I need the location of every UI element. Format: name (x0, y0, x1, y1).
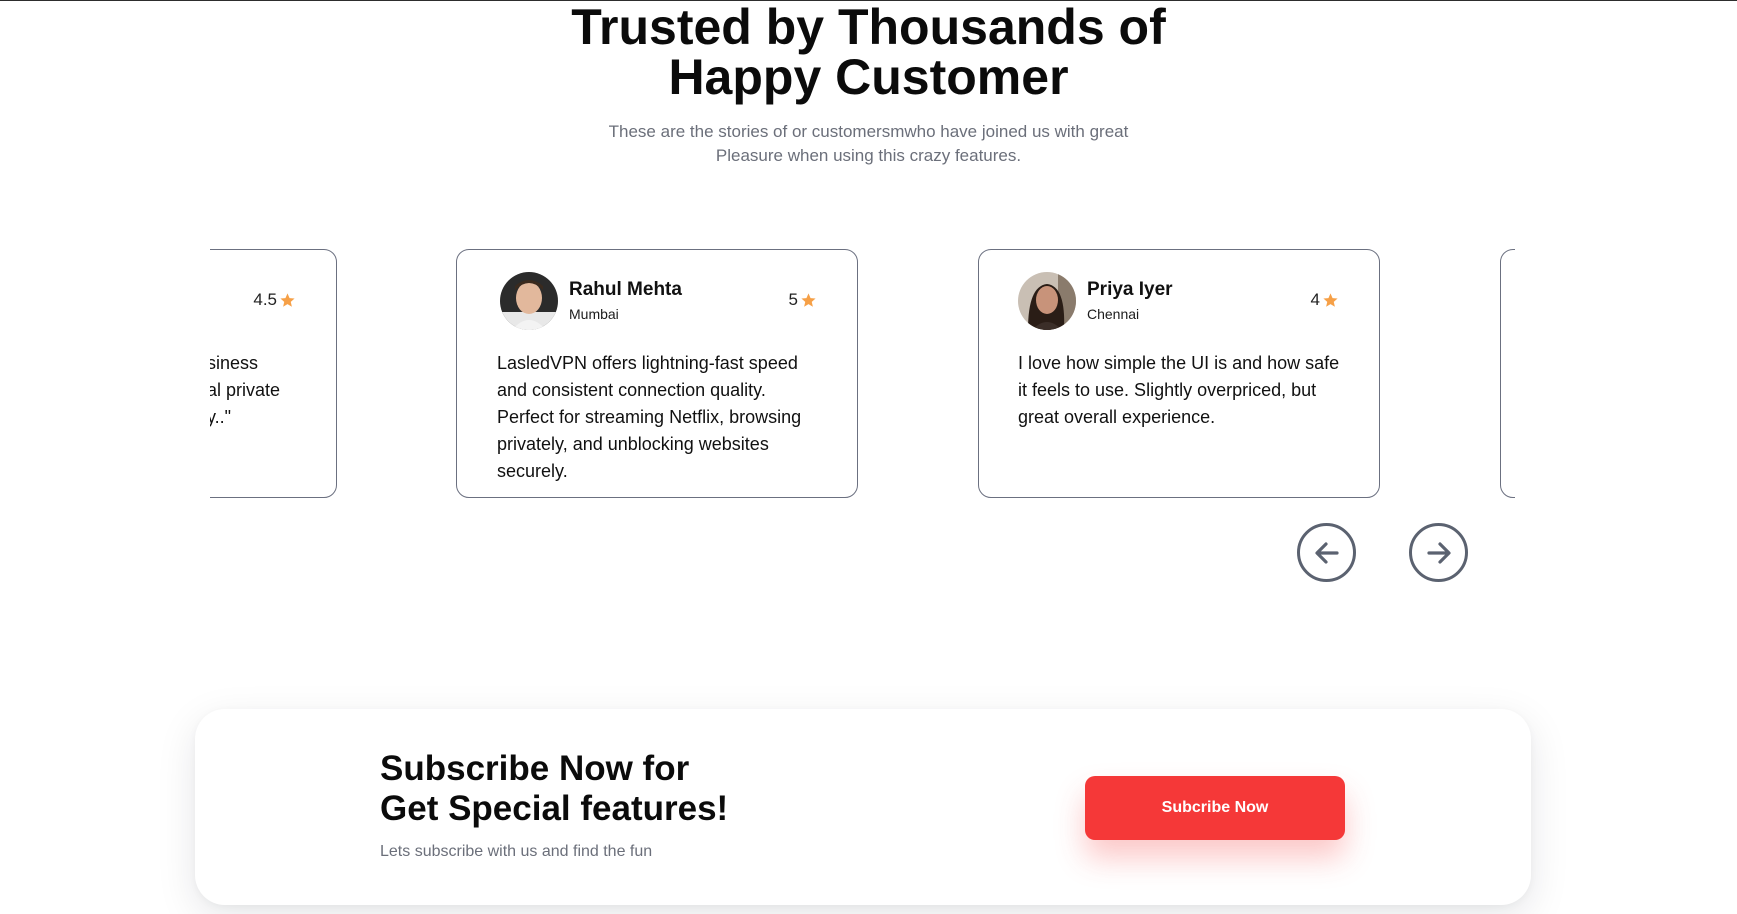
subscribe-title-line-2: Get Special features! (380, 789, 729, 828)
arrow-left-icon (1314, 541, 1339, 564)
section-subtitle: These are the stories of or customersmwh… (0, 120, 1737, 168)
reviewer-city: Mumbai (569, 306, 619, 322)
rating-value: 4 (1310, 290, 1320, 309)
arrow-right-icon (1426, 541, 1451, 564)
review-text: I love how simple the UI is and how safe… (1018, 353, 1340, 427)
subtitle-line-1: These are the stories of or customersmwh… (608, 122, 1129, 141)
review-text-line: y.." (210, 407, 232, 427)
subscribe-title: Subscribe Now for Get Special features! (380, 749, 728, 829)
review-text-line: siness (210, 353, 259, 373)
testimonial-card-partial-left[interactable]: 4.5 siness al private y.." (210, 249, 337, 498)
star-icon (280, 292, 295, 307)
star-icon (801, 292, 816, 307)
star-icon (1323, 292, 1338, 307)
carousel-prev-button[interactable] (1297, 523, 1356, 582)
testimonial-carousel: 4.5 siness al private y.." Rahul Mehta M… (210, 249, 1515, 499)
subscribe-subtitle: Lets subscribe with us and find the fun (380, 843, 653, 860)
rating-value: 5 (788, 290, 798, 309)
subscribe-banner: Subscribe Now for Get Special features! … (195, 709, 1531, 905)
review-text: LasledVPN offers lightning-fast speed an… (497, 353, 802, 481)
subscribe-title-line-1: Subscribe Now for (380, 749, 690, 788)
subtitle-line-2: Pleasure when using this crazy features. (715, 146, 1022, 165)
review-text: siness al private y.." (210, 350, 337, 431)
section-heading: Trusted by Thousands of Happy Customer (0, 2, 1737, 102)
rating: 5 (789, 290, 817, 310)
heading-line-2: Happy Customer (668, 49, 1069, 105)
heading-line-1: Trusted by Thousands of (571, 0, 1166, 55)
reviewer-name: Rahul Mehta (569, 279, 682, 300)
subscribe-button[interactable]: Subcribe Now (1085, 776, 1345, 840)
rating-value: 4.5 (253, 290, 277, 309)
review-text-line: al private (210, 380, 281, 400)
avatar (1018, 272, 1076, 330)
reviewer-city: Chennai (1087, 306, 1140, 322)
rating: 4.5 (253, 290, 296, 310)
testimonial-card-partial-right[interactable] (1500, 249, 1515, 498)
rating: 4 (1311, 290, 1339, 310)
reviewer-name: Priya Iyer (1087, 279, 1173, 300)
testimonial-card[interactable]: Priya Iyer Chennai 4 I love how simple t… (978, 249, 1380, 498)
testimonial-card[interactable]: Rahul Mehta Mumbai 5 LasledVPN offers li… (456, 249, 858, 498)
carousel-next-button[interactable] (1409, 523, 1468, 582)
avatar (500, 272, 558, 330)
